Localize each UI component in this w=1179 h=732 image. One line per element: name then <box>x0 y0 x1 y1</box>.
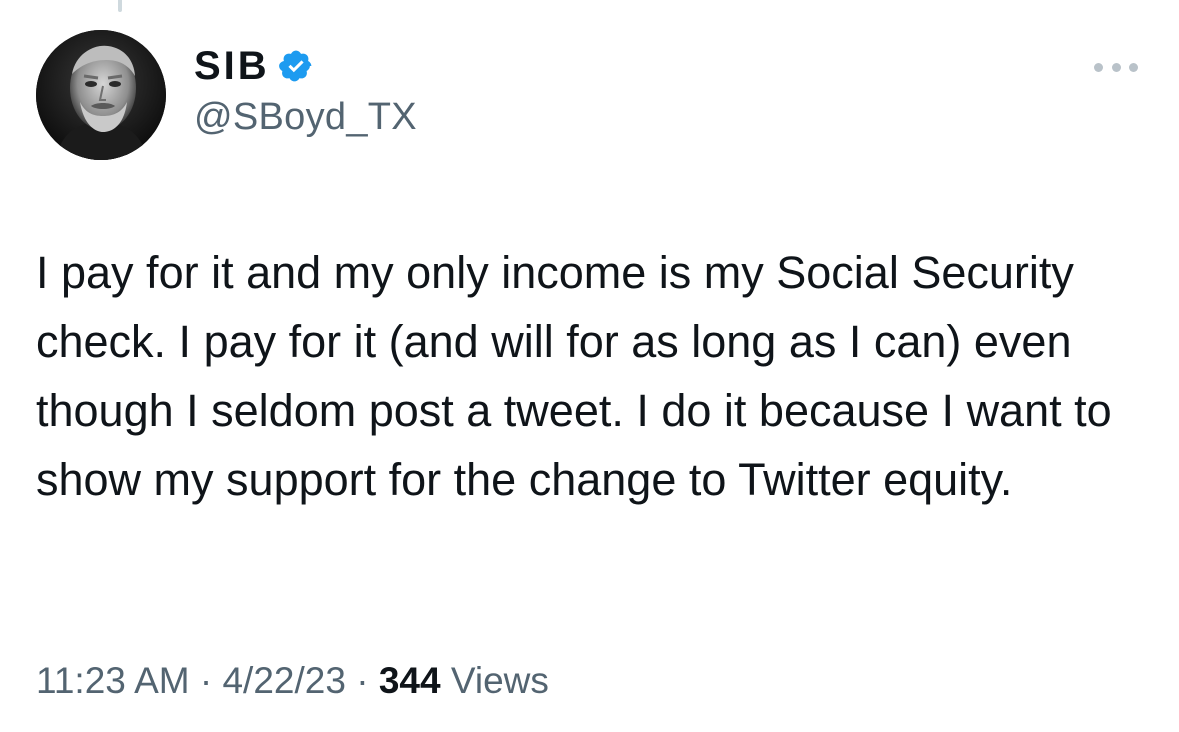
views-label[interactable]: Views <box>451 660 549 701</box>
avatar[interactable] <box>36 30 166 160</box>
tweet-header: SIB @SBoyd_TX <box>36 30 1146 160</box>
thread-connector-line <box>118 0 122 12</box>
avatar-photo <box>36 30 166 160</box>
meta-separator: · <box>199 660 213 701</box>
more-dot <box>1129 62 1138 72</box>
meta-separator: · <box>356 660 369 701</box>
tweet-meta: 11:23 AM · 4/22/23 · 344 Views <box>36 660 549 702</box>
verified-badge-icon[interactable] <box>278 48 314 84</box>
more-options-icon[interactable] <box>1094 60 1138 74</box>
author-identity: SIB @SBoyd_TX <box>194 42 417 139</box>
tweet-date[interactable]: 4/22/23 <box>222 660 345 701</box>
tweet-text: I pay for it and my only income is my So… <box>36 247 1125 505</box>
more-dot <box>1111 62 1121 72</box>
views-count[interactable]: 344 <box>379 660 441 701</box>
tweet-time[interactable]: 11:23 AM <box>36 660 190 701</box>
author-handle[interactable]: @SBoyd_TX <box>194 96 417 139</box>
name-row: SIB <box>194 42 417 90</box>
more-dot <box>1094 62 1103 72</box>
author-display-name[interactable]: SIB <box>194 44 270 89</box>
